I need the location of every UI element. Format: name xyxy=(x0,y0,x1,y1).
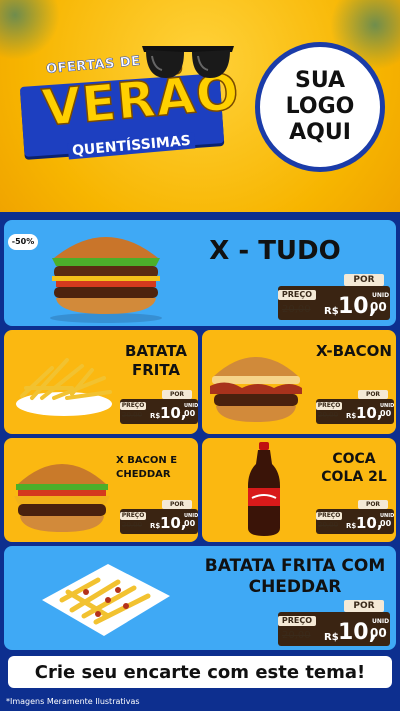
old-price-value: 20,00 xyxy=(318,521,339,529)
product-name: COCA COLA 2L xyxy=(321,451,387,485)
old-price: 20,00 xyxy=(318,521,338,529)
product-name: BATATA FRITA COM CHEDDAR xyxy=(204,556,386,597)
price-por-label: POR xyxy=(344,274,384,286)
old-price-value: 20,00 xyxy=(122,411,143,419)
currency: R$ xyxy=(346,412,357,420)
price-por-label: POR xyxy=(162,500,192,509)
old-price-value: 20,00 xyxy=(122,521,143,529)
price-por-label: POR xyxy=(344,600,384,612)
price-label: PREÇO xyxy=(316,512,342,520)
price-tag: POR PREÇO 20,00 R$ 10, UNID 00 xyxy=(316,500,394,534)
price-decimal: 00 xyxy=(380,409,392,418)
price-por-label: POR xyxy=(358,500,388,509)
old-price-value: 20,00 xyxy=(282,630,311,641)
old-price-value: 20,00 xyxy=(318,411,339,419)
fries-icon xyxy=(16,358,112,416)
price-integer: 10, xyxy=(356,514,383,532)
old-price: 20,00 xyxy=(282,304,311,315)
price-decimal: 00 xyxy=(380,519,392,528)
old-price-value: 20,00 xyxy=(282,304,311,315)
price-decimal: 00 xyxy=(370,300,387,314)
price-unit: UNID xyxy=(372,618,390,625)
cheddar-burger-icon xyxy=(14,464,110,532)
product-card-coca-cola[interactable]: COCA COLA 2L POR PREÇO 20,00 R$ 10, UNID… xyxy=(202,438,396,542)
product-card-x-bacon[interactable]: X-BACON POR PREÇO 20,00 R$ 10, UNID 00 xyxy=(202,330,396,434)
cheddar-fries-icon xyxy=(42,564,170,636)
price-label: PREÇO xyxy=(316,402,342,410)
product-name: X BACON E CHEDDAR xyxy=(116,455,178,480)
product-card-x-bacon-cheddar[interactable]: X BACON E CHEDDAR POR PREÇO 20,00 R$ 10,… xyxy=(4,438,198,542)
price-label: PREÇO xyxy=(278,290,316,300)
product-name: X - TUDO xyxy=(209,236,341,266)
sunglasses-icon xyxy=(142,46,234,78)
price-integer: 10, xyxy=(356,404,383,422)
old-price: 20,00 xyxy=(122,411,142,419)
price-label: PREÇO xyxy=(120,512,146,520)
palm-leaf-decoration xyxy=(0,0,60,60)
price-decimal: 00 xyxy=(184,519,196,528)
price-por-label: POR xyxy=(358,390,388,399)
logo-line3: AQUI xyxy=(289,120,351,145)
price-tag: POR PREÇO 20,00 R$ 10, UNID 00 xyxy=(120,390,198,424)
currency: R$ xyxy=(324,306,339,317)
logo-line2: LOGO xyxy=(285,94,355,119)
price-tag: POR PREÇO 20,00 R$ 10, UNID 00 xyxy=(120,500,198,534)
currency: R$ xyxy=(150,522,161,530)
product-name: BATATA FRITA xyxy=(124,342,188,379)
price-tag: POR PREÇO 20,00 R$ 10, UNID 00 xyxy=(278,274,390,320)
product-card-batata-frita[interactable]: BATATA FRITA POR PREÇO 20,00 R$ 10, UNID… xyxy=(4,330,198,434)
price-decimal: 00 xyxy=(370,626,387,640)
currency: R$ xyxy=(150,412,161,420)
price-tag: POR PREÇO 20,00 R$ 10, UNID 00 xyxy=(278,600,390,646)
header-background: OFERTAS DE VERÃO QUENTÍSSIMAS SUA LOGO A… xyxy=(0,0,400,212)
price-unit: UNID xyxy=(372,292,390,299)
price-integer: 10, xyxy=(160,404,187,422)
logo-placeholder[interactable]: SUA LOGO AQUI xyxy=(255,42,385,172)
price-label: PREÇO xyxy=(278,616,316,626)
disclaimer: *Imagens Meramente Ilustrativas xyxy=(6,697,140,706)
price-por-label: POR xyxy=(162,390,192,399)
old-price: 20,00 xyxy=(282,630,311,641)
price-label: PREÇO xyxy=(120,402,146,410)
price-integer: 10, xyxy=(160,514,187,532)
logo-line1: SUA xyxy=(294,68,346,93)
product-card-x-tudo[interactable]: X - TUDO POR PREÇO 20,00 R$ 10, UNID 00 xyxy=(4,220,396,326)
create-flyer-button[interactable]: Crie seu encarte com este tema! xyxy=(8,656,392,688)
price-decimal: 00 xyxy=(184,409,196,418)
currency: R$ xyxy=(346,522,357,530)
product-card-batata-cheddar[interactable]: BATATA FRITA COM CHEDDAR POR PREÇO 20,00… xyxy=(4,546,396,650)
old-price: 20,00 xyxy=(122,521,142,529)
currency: R$ xyxy=(324,632,339,643)
soda-bottle-icon xyxy=(248,442,280,536)
bacon-burger-icon xyxy=(210,357,302,422)
burger-icon xyxy=(50,237,162,323)
product-name: X-BACON xyxy=(316,342,392,360)
old-price: 20,00 xyxy=(318,411,338,419)
price-tag: POR PREÇO 20,00 R$ 10, UNID 00 xyxy=(316,390,394,424)
discount-badge: -50% xyxy=(8,234,38,250)
